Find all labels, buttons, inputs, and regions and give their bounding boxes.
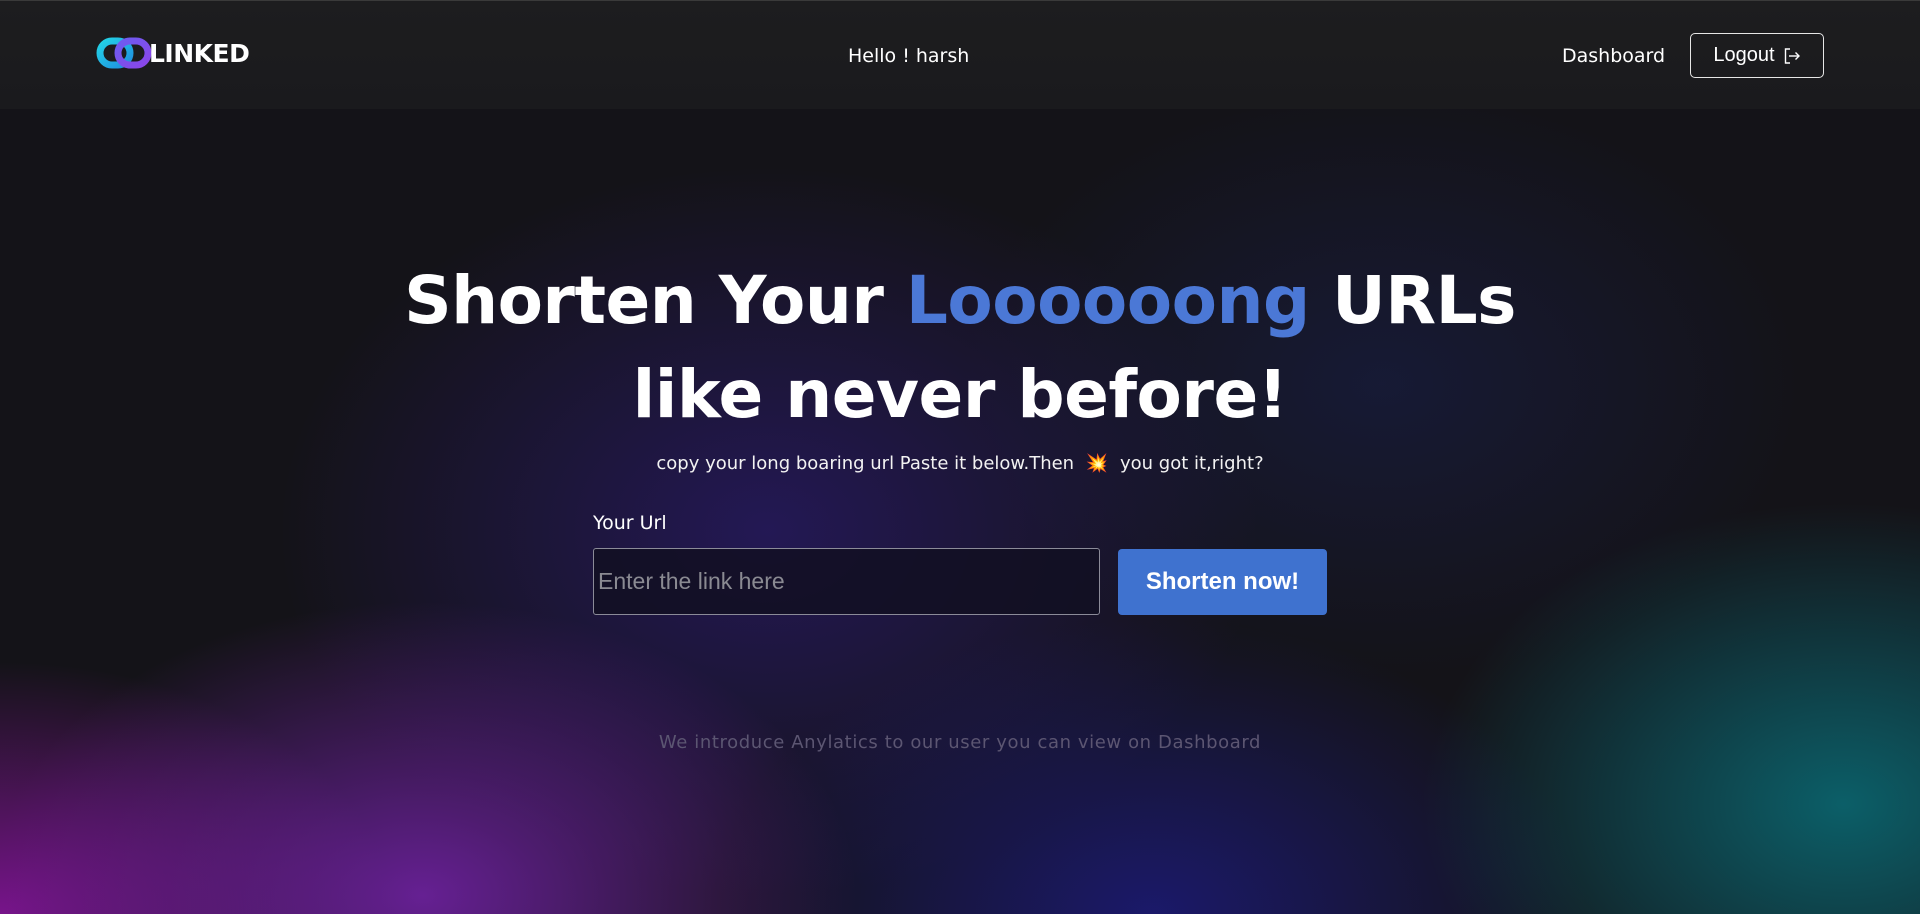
logout-label: Logout [1713, 44, 1775, 66]
logout-button[interactable]: Logout [1690, 33, 1824, 78]
analytics-footnote: We introduce Anylatics to our user you c… [658, 732, 1262, 753]
brand-logo[interactable]: LINKED [96, 34, 250, 72]
hero-title-line2: like never before! [632, 356, 1288, 433]
chain-link-icon [96, 37, 152, 69]
hero-title: Shorten Your Loooooong URLs like never b… [0, 254, 1920, 442]
url-input[interactable] [593, 548, 1100, 615]
user-greeting: Hello ! harsh [848, 45, 970, 67]
hero-title-accent: Loooooong [905, 262, 1310, 339]
logout-icon [1784, 47, 1800, 64]
brand-name: LINKED [149, 38, 250, 68]
explosion-emoji: 💥 [1085, 453, 1109, 474]
subtitle-text-before: copy your long boaring url Paste it belo… [656, 453, 1075, 474]
subtitle-text-after: you got it,right? [1119, 453, 1264, 474]
hero-title-part1: Shorten Your [404, 262, 906, 339]
hero-title-part2: URLs [1309, 262, 1516, 339]
hero-subtitle: copy your long boaring url Paste it belo… [0, 453, 1920, 474]
shorten-button[interactable]: Shorten now! [1118, 549, 1327, 615]
navbar: LINKED Hello ! harsh Dashboard Logout [0, 1, 1920, 109]
nav-dashboard-link[interactable]: Dashboard [1562, 45, 1665, 67]
url-field-label: Your Url [593, 512, 667, 534]
